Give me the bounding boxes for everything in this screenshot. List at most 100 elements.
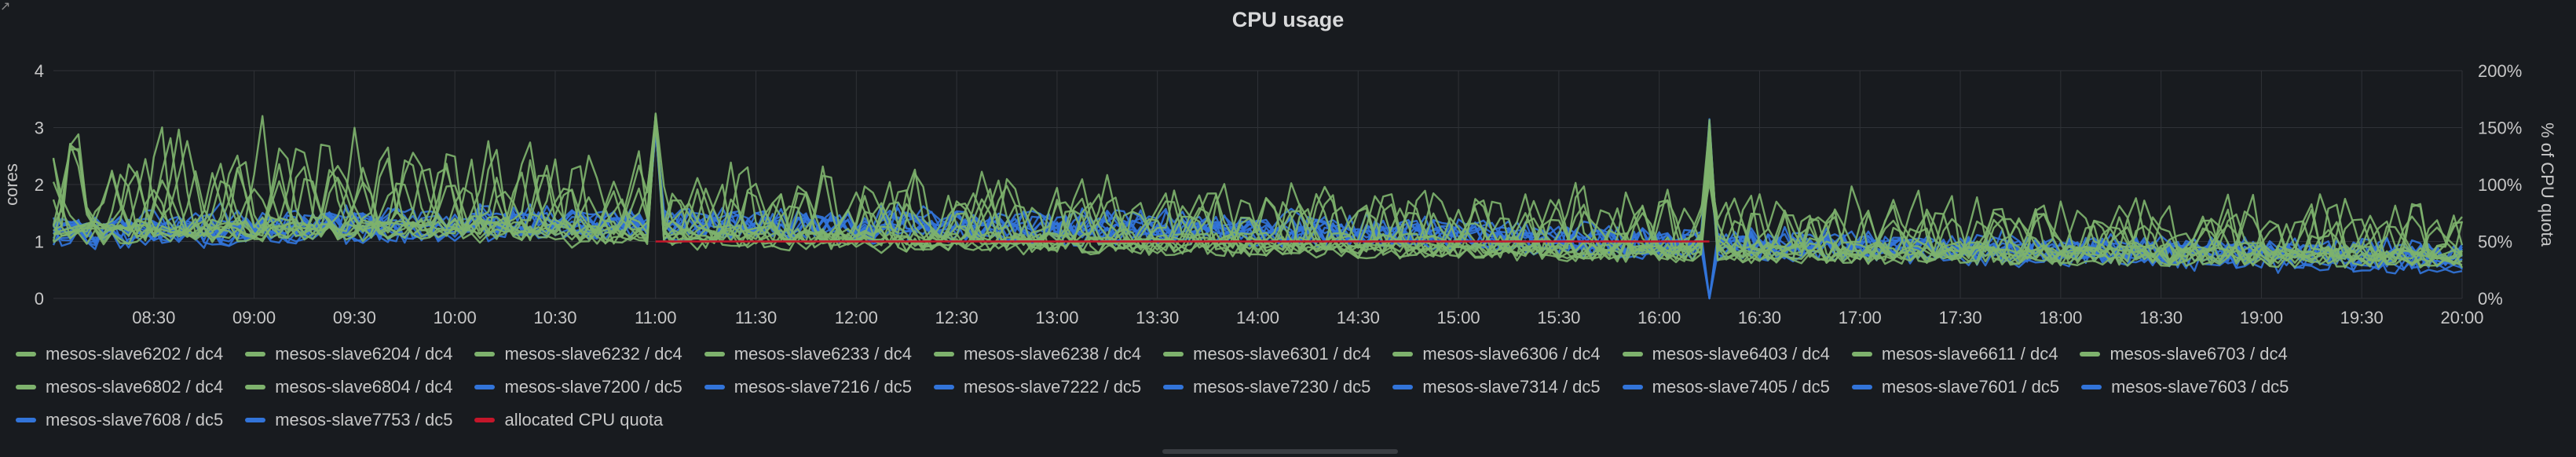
legend-swatch (1622, 352, 1643, 356)
cpu-usage-panel: ↗ CPU usage 0 1 2 3 4 0% 50% 100% 150% 200% 08:30 0… (0, 0, 2576, 457)
legend-item[interactable]: mesos-slave6238 / dc4 (933, 341, 1142, 367)
legend-item[interactable]: allocated CPU quota (474, 407, 663, 433)
x-tick-label: 09:30 (333, 308, 376, 327)
legend-swatch (245, 352, 266, 356)
legend-label: mesos-slave6703 / dc4 (2109, 344, 2288, 364)
y-tick-label: 0 (35, 289, 44, 309)
legend-item[interactable]: mesos-slave7601 / dc5 (1851, 374, 2060, 400)
legend-swatch (1851, 385, 1872, 389)
x-tick-label: 10:30 (533, 308, 576, 327)
legend-swatch (245, 385, 266, 389)
y2-tick-label: 200% (2478, 61, 2522, 81)
x-tick-label: 18:30 (2139, 308, 2183, 327)
x-tick-label: 10:00 (434, 308, 477, 327)
legend-item[interactable]: mesos-slave7603 / dc5 (2081, 374, 2289, 400)
legend-swatch (2080, 352, 2101, 356)
chart-legend: mesos-slave6202 / dc4 mesos-slave6204 / d… (16, 341, 2450, 433)
legend-swatch (16, 418, 36, 422)
legend-item[interactable]: mesos-slave6301 / dc4 (1163, 341, 1370, 367)
legend-item[interactable]: mesos-slave6204 / dc4 (245, 341, 452, 367)
y2-tick-label: 150% (2478, 119, 2522, 138)
legend-item[interactable]: mesos-slave6306 / dc4 (1392, 341, 1601, 367)
legend-label: mesos-slave6804 / dc4 (275, 377, 453, 397)
legend-label: mesos-slave6802 / dc4 (46, 377, 224, 397)
legend-swatch (1392, 352, 1414, 356)
legend-item[interactable]: mesos-slave6202 / dc4 (16, 341, 223, 367)
legend-item[interactable]: mesos-slave7608 / dc5 (16, 407, 223, 433)
x-tick-label: 09:00 (232, 308, 276, 327)
x-tick-label: 13:00 (1035, 308, 1078, 327)
x-tick-label: 11:00 (635, 308, 676, 327)
legend-swatch (474, 418, 496, 422)
legend-label: mesos-slave7200 / dc5 (504, 377, 682, 397)
legend-swatch (704, 385, 725, 389)
legend-item[interactable]: mesos-slave7753 / dc5 (245, 407, 452, 433)
legend-item[interactable]: mesos-slave6233 / dc4 (704, 341, 912, 367)
legend-label: mesos-slave7230 / dc5 (1193, 377, 1371, 397)
legend-swatch (1851, 352, 1872, 356)
legend-item[interactable]: mesos-slave6804 / dc4 (245, 374, 452, 400)
y2-tick-label: 0% (2478, 289, 2503, 309)
legend-label: allocated CPU quota (504, 410, 664, 430)
legend-item[interactable]: mesos-slave6403 / dc4 (1622, 341, 1830, 367)
legend-label: mesos-slave7603 / dc5 (2111, 377, 2289, 397)
legend-label: mesos-slave7405 / dc5 (1652, 377, 1830, 397)
y-tick-label: 1 (35, 232, 44, 252)
legend-item[interactable]: mesos-slave6703 / dc4 (2080, 341, 2288, 367)
legend-label: mesos-slave7753 / dc5 (275, 410, 453, 430)
legend-swatch (1622, 385, 1643, 389)
y-axis-label: cores (2, 163, 21, 206)
legend-item[interactable]: mesos-slave6232 / dc4 (474, 341, 682, 367)
x-tick-label: 17:00 (1839, 308, 1882, 327)
legend-swatch (704, 352, 725, 356)
legend-item[interactable]: mesos-slave7200 / dc5 (474, 374, 682, 400)
panel-scroll-handle[interactable] (1162, 449, 1398, 454)
legend-swatch (1163, 352, 1184, 356)
legend-label: mesos-slave6233 / dc4 (734, 344, 912, 364)
legend-label: mesos-slave6403 / dc4 (1652, 344, 1830, 364)
legend-swatch (245, 418, 266, 422)
legend-swatch (474, 385, 496, 389)
x-tick-label: 15:30 (1537, 308, 1580, 327)
x-tick-label: 14:30 (1337, 308, 1380, 327)
legend-label: mesos-slave6204 / dc4 (275, 344, 453, 364)
legend-item[interactable]: mesos-slave6802 / dc4 (16, 374, 223, 400)
y2-tick-label: 50% (2478, 232, 2512, 252)
legend-label: mesos-slave6611 / dc4 (1881, 344, 2058, 364)
legend-label: mesos-slave6238 / dc4 (963, 344, 1142, 364)
legend-swatch (1392, 385, 1414, 389)
x-tick-label: 08:30 (132, 308, 175, 327)
legend-swatch (2081, 385, 2102, 389)
legend-label: mesos-slave7222 / dc5 (963, 377, 1142, 397)
x-tick-label: 17:30 (1939, 308, 1982, 327)
legend-label: mesos-slave7216 / dc5 (734, 377, 912, 397)
y2-axis-label: % of CPU quota (2538, 122, 2557, 247)
x-tick-label: 18:00 (2039, 308, 2082, 327)
x-tick-label: 14:00 (1236, 308, 1279, 327)
legend-swatch (1163, 385, 1184, 389)
x-tick-label: 11:30 (735, 308, 777, 327)
x-tick-label: 16:00 (1637, 308, 1681, 327)
legend-label: mesos-slave6202 / dc4 (46, 344, 224, 364)
legend-item[interactable]: mesos-slave7230 / dc5 (1163, 374, 1370, 400)
x-tick-label: 15:00 (1437, 308, 1480, 327)
legend-label: mesos-slave7314 / dc5 (1422, 377, 1601, 397)
legend-label: mesos-slave6306 / dc4 (1422, 344, 1601, 364)
legend-swatch (16, 352, 36, 356)
legend-item[interactable]: mesos-slave7314 / dc5 (1392, 374, 1601, 400)
legend-item[interactable]: mesos-slave6611 / dc4 (1851, 341, 2058, 367)
x-tick-label: 19:00 (2240, 308, 2283, 327)
legend-item[interactable]: mesos-slave7222 / dc5 (933, 374, 1142, 400)
legend-item[interactable]: mesos-slave7405 / dc5 (1622, 374, 1830, 400)
legend-label: mesos-slave7601 / dc5 (1881, 377, 2060, 397)
y2-tick-label: 100% (2478, 175, 2522, 195)
legend-swatch (933, 352, 954, 356)
y-tick-label: 2 (35, 175, 44, 195)
y-tick-label: 4 (35, 61, 44, 81)
x-tick-label: 12:00 (835, 308, 878, 327)
legend-swatch (933, 385, 954, 389)
legend-label: mesos-slave6301 / dc4 (1193, 344, 1371, 364)
legend-label: mesos-slave6232 / dc4 (504, 344, 682, 364)
chart-plot-area: 0 1 2 3 4 0% 50% 100% 150% 200% 08:30 09:00 09:30 10:… (2, 61, 2557, 327)
legend-item[interactable]: mesos-slave7216 / dc5 (704, 374, 912, 400)
